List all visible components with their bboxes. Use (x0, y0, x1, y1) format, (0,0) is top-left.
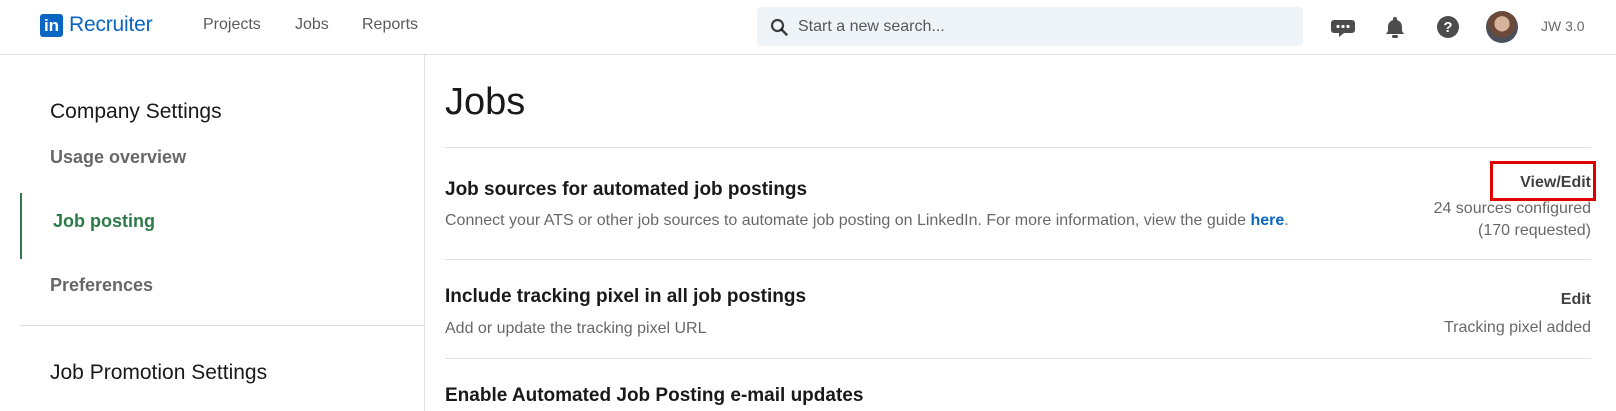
help-icon[interactable]: ? (1434, 13, 1462, 41)
sidebar-divider (20, 325, 424, 326)
sidebar-item-preferences[interactable]: Preferences (50, 275, 153, 296)
divider (445, 358, 1591, 359)
divider (445, 259, 1591, 260)
linkedin-logo-icon: in (40, 13, 63, 37)
user-label[interactable]: JW 3.0 (1541, 18, 1585, 34)
tracking-pixel-description: Add or update the tracking pixel URL (445, 320, 707, 337)
sidebar-item-usage-overview[interactable]: Usage overview (50, 147, 186, 168)
search-placeholder: Start a new search... (798, 17, 945, 35)
top-navigation-bar: in Recruiter Projects Jobs Reports Start… (0, 0, 1616, 55)
avatar[interactable] (1486, 11, 1518, 43)
main-content: Jobs Job sources for automated job posti… (425, 55, 1616, 411)
notifications-bell-icon[interactable] (1381, 13, 1409, 41)
sources-requested-count: (170 requested) (1478, 222, 1591, 239)
nav-projects-link[interactable]: Projects (203, 16, 261, 34)
company-settings-heading: Company Settings (50, 100, 222, 123)
job-promotion-settings-heading: Job Promotion Settings (50, 361, 268, 384)
sources-configured-count: 24 sources configured (1433, 200, 1591, 217)
nav-jobs-link[interactable]: Jobs (295, 16, 329, 34)
settings-sidebar: Company Settings Usage overview Job post… (0, 55, 425, 411)
nav-reports-link[interactable]: Reports (362, 16, 418, 34)
product-name: Recruiter (69, 13, 153, 36)
job-sources-description: Connect your ATS or other job sources to… (445, 212, 1289, 230)
job-sources-description-text: Connect your ATS or other job sources to… (445, 212, 1251, 229)
page-title: Jobs (445, 81, 526, 123)
svg-text:?: ? (1443, 19, 1452, 36)
edit-tracking-pixel-button[interactable]: Edit (1561, 291, 1591, 309)
tracking-pixel-status: Tracking pixel added (1443, 319, 1591, 336)
tracking-pixel-title: Include tracking pixel in all job postin… (445, 286, 807, 307)
email-updates-title: Enable Automated Job Posting e-mail upda… (445, 385, 864, 406)
messaging-icon[interactable] (1329, 13, 1357, 41)
highlight-box (1490, 161, 1596, 201)
search-input[interactable]: Start a new search... (757, 7, 1303, 46)
recruiter-logo[interactable]: in Recruiter (40, 13, 153, 37)
guide-here-link[interactable]: here (1250, 212, 1284, 229)
job-sources-title: Job sources for automated job postings (445, 179, 808, 200)
sidebar-item-job-posting[interactable]: Job posting (53, 211, 155, 232)
active-indicator (20, 193, 22, 259)
search-icon (770, 18, 788, 36)
description-period: . (1284, 212, 1289, 229)
divider (445, 147, 1591, 148)
